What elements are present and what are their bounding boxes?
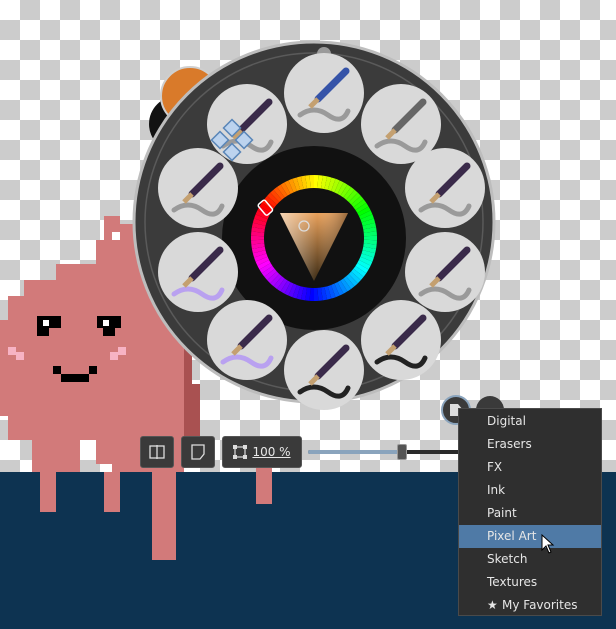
menu-item-ink[interactable]: Ink [459,479,601,502]
menu-item-label: Textures [487,575,538,589]
drawing-canvas[interactable]: 100 % Digital Erasers FX Ink Paint Pixel… [0,0,616,629]
menu-item-digital[interactable]: Digital [459,410,601,433]
menu-item-label: Erasers [487,437,532,451]
menu-item-my-favorites[interactable]: ★ My Favorites [459,594,601,617]
menu-item-label: My Favorites [502,598,578,612]
star-icon: ★ [487,598,498,612]
menu-item-erasers[interactable]: Erasers [459,433,601,456]
menu-item-label: Pixel Art [487,529,537,543]
menu-item-label: Ink [487,483,506,497]
menu-item-label: Digital [487,414,526,428]
menu-item-sketch[interactable]: Sketch [459,548,601,571]
tag-menu[interactable]: Digital Erasers FX Ink Paint Pixel Art S… [458,408,602,616]
menu-item-label: Paint [487,506,517,520]
menu-item-paint[interactable]: Paint [459,502,601,525]
menu-item-textures[interactable]: Textures [459,571,601,594]
mouse-cursor-icon [541,534,555,554]
popup-palette[interactable] [0,0,616,472]
menu-item-pixel-art[interactable]: Pixel Art [459,525,601,548]
menu-item-label: Sketch [487,552,528,566]
menu-item-label: FX [487,460,503,474]
menu-item-fx[interactable]: FX [459,456,601,479]
